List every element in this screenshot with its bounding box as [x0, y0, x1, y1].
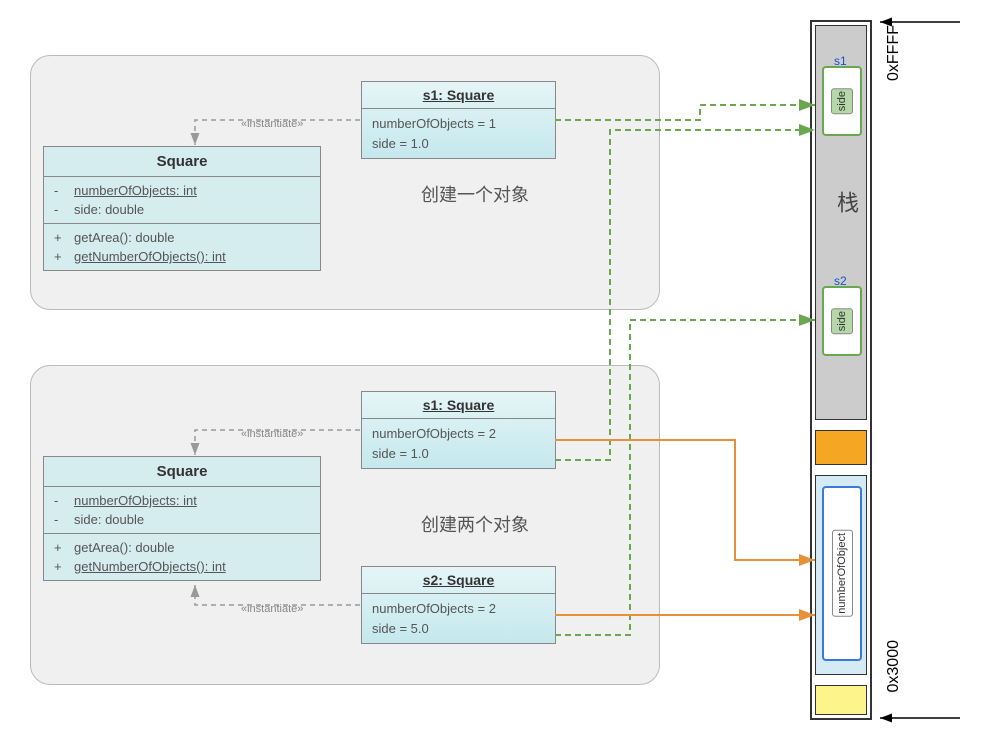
addr-high: 0xFFFF — [885, 25, 903, 81]
static-area: numberOfObject — [815, 475, 867, 675]
panel-create-two: Square -numberOfObjects: int -side: doub… — [30, 365, 660, 685]
memory-column: side s1 side s2 栈 numberOfObject — [810, 20, 872, 720]
caption-one: 创建一个对象 — [421, 181, 529, 207]
class-attrs: -numberOfObjects: int -side: double — [44, 487, 320, 534]
orange-block — [815, 430, 867, 465]
s2-label: s2 — [834, 274, 847, 288]
uml-object-s1-a: s1: Square numberOfObjects = 1 side = 1.… — [361, 81, 556, 159]
instantiate-label-2: «instantiate» — [241, 428, 303, 440]
numberofobject-content: numberOfObject — [832, 530, 853, 617]
instantiate-label-3: «instantiate» — [241, 603, 303, 615]
caption-two: 创建两个对象 — [421, 511, 529, 537]
uml-object-s2-b: s2: Square numberOfObjects = 2 side = 5.… — [361, 566, 556, 644]
stack-var-s1: side — [822, 66, 862, 136]
class-title: Square — [44, 147, 320, 177]
stack-area: side s1 side s2 栈 — [815, 25, 867, 420]
yellow-block — [815, 685, 867, 715]
uml-class-square-2: Square -numberOfObjects: int -side: doub… — [43, 456, 321, 581]
side-content: side — [831, 88, 853, 114]
panel-create-one: Square -numberOfObjects: int -side: doub… — [30, 55, 660, 310]
class-attrs: -numberOfObjects: int -side: double — [44, 177, 320, 224]
s1-label: s1 — [834, 54, 847, 68]
instantiate-label-1: «instantiate» — [241, 118, 303, 130]
class-ops: +getArea(): double +getNumberOfObjects()… — [44, 534, 320, 580]
stack-label-text: 栈 — [830, 191, 862, 213]
uml-object-s1-b: s1: Square numberOfObjects = 2 side = 1.… — [361, 391, 556, 469]
static-var-numberofobject: numberOfObject — [822, 486, 862, 661]
uml-class-square-1: Square -numberOfObjects: int -side: doub… — [43, 146, 321, 271]
class-title: Square — [44, 457, 320, 487]
class-ops: +getArea(): double +getNumberOfObjects()… — [44, 224, 320, 270]
stack-var-s2: side — [822, 286, 862, 356]
side-content: side — [831, 308, 853, 334]
addr-low: 0x3000 — [885, 640, 903, 693]
